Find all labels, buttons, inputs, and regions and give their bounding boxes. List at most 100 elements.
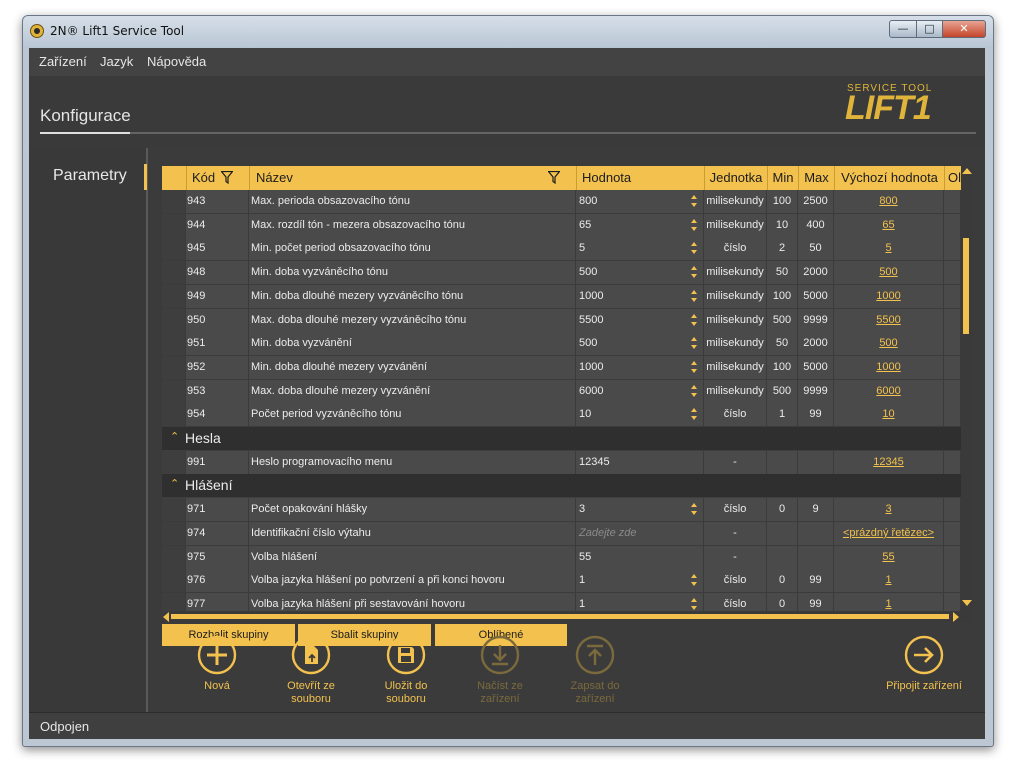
stepper-icon[interactable] (691, 502, 697, 516)
default-value-link[interactable]: 1 (885, 598, 891, 610)
cell-hodnota[interactable]: 65 (576, 213, 704, 237)
cell-vychozi[interactable]: 1 (834, 569, 944, 593)
scroll-right-arrow-icon[interactable] (953, 612, 959, 622)
vertical-scrollbar[interactable] (961, 166, 973, 622)
stepper-icon[interactable] (691, 194, 697, 208)
cell-hodnota[interactable]: Zadejte zde (576, 521, 704, 545)
menu-item-jazyk[interactable]: Jazyk (100, 54, 133, 69)
load-from-device-button[interactable]: Načíst ze zařízení (455, 635, 545, 711)
cell-vychozi[interactable]: 500 (834, 261, 944, 285)
table-row[interactable]: 951 Min. doba vyzvánění 500 milisekundy 50 20… (162, 332, 961, 357)
column-header-jednotka[interactable]: Jednotka (704, 166, 767, 190)
table-row[interactable]: 945 Min. počet period obsazovacího tónu 5 č… (162, 237, 961, 262)
default-value-link[interactable]: 3 (885, 503, 891, 515)
default-value-link[interactable]: 5 (885, 242, 891, 254)
table-row[interactable]: 976 Volba jazyka hlášení po potvrzení a p… (162, 569, 961, 594)
table-row[interactable]: 950 Max. doba dlouhé mezery vyzváněcího t… (162, 308, 961, 333)
cell-hodnota[interactable]: 12345 (576, 450, 704, 474)
default-value-link[interactable]: 1 (885, 574, 891, 586)
filter-icon[interactable] (221, 171, 233, 184)
cell-vychozi[interactable]: 5500 (834, 308, 944, 332)
horizontal-scrollbar[interactable] (162, 611, 961, 622)
write-to-device-button[interactable]: Zapsat do zařízení (550, 635, 640, 711)
cell-vychozi[interactable]: 55 (834, 545, 944, 569)
cell-vychozi[interactable]: 6000 (834, 379, 944, 403)
default-value-link[interactable]: 800 (879, 195, 897, 207)
stepper-icon[interactable] (691, 241, 697, 255)
default-value-link[interactable]: 6000 (876, 385, 900, 397)
menu-item-napoveda[interactable]: Nápověda (147, 54, 206, 69)
table-row[interactable]: 971 Počet opakování hlášky 3 číslo 0 9 3 (162, 498, 961, 523)
table-row[interactable]: 952 Min. doba dlouhé mezery vyzvánění 1000… (162, 355, 961, 380)
table-row[interactable]: 948 Min. doba vyzváněcího tónu 500 miliseku… (162, 261, 961, 286)
maximize-button[interactable]: □ (916, 20, 943, 38)
default-value-link[interactable]: 65 (882, 219, 894, 231)
column-header-ol[interactable]: Ol (944, 166, 961, 190)
cell-hodnota[interactable]: 10 (576, 403, 704, 427)
column-header-kod[interactable]: Kód (186, 166, 249, 190)
stepper-icon[interactable] (691, 407, 697, 421)
default-value-link[interactable]: 1000 (876, 361, 900, 373)
cell-vychozi[interactable]: 1000 (834, 284, 944, 308)
stepper-icon[interactable] (691, 218, 697, 232)
cell-vychozi[interactable]: 12345 (834, 450, 944, 474)
default-value-link[interactable]: <prázdný řetězec> (843, 527, 934, 539)
title-bar[interactable]: 2N® Lift1 Service Tool — □ ✕ (23, 16, 993, 48)
stepper-icon[interactable] (691, 360, 697, 374)
column-header-vychozi-hodnota[interactable]: Výchozí hodnota (834, 166, 944, 190)
stepper-icon[interactable] (691, 573, 697, 587)
collapse-caret-icon[interactable]: ⌃ (170, 477, 179, 490)
group-header[interactable]: ⌃ Hesla (162, 427, 961, 450)
minimize-button[interactable]: — (889, 20, 917, 38)
group-header[interactable]: ⌃ Hlášení (162, 474, 961, 498)
stepper-icon[interactable] (691, 313, 697, 327)
table-row[interactable]: 954 Počet period vyzváněcího tónu 10 číslo 1… (162, 403, 961, 428)
default-value-link[interactable]: 10 (882, 408, 894, 420)
cell-vychozi[interactable]: 500 (834, 332, 944, 356)
table-row[interactable]: 953 Max. doba dlouhé mezery vyzvánění 6000… (162, 379, 961, 404)
sidebar-item-parametry[interactable]: Parametry (53, 167, 127, 185)
table-row[interactable]: 949 Min. doba dlouhé mezery vyzváněcího t… (162, 284, 961, 309)
stepper-icon[interactable] (691, 336, 697, 350)
menu-item-zarizeni[interactable]: Zařízení (39, 54, 87, 69)
cell-hodnota[interactable]: 500 (576, 332, 704, 356)
cell-hodnota[interactable]: 1 (576, 569, 704, 593)
default-value-link[interactable]: 12345 (873, 456, 904, 468)
collapse-caret-icon[interactable]: ⌃ (170, 430, 179, 443)
scroll-left-arrow-icon[interactable] (163, 612, 169, 622)
stepper-icon[interactable] (691, 265, 697, 279)
default-value-link[interactable]: 55 (882, 551, 894, 563)
table-row[interactable]: 944 Max. rozdíl tón - mezera obsazovacího… (162, 213, 961, 238)
scroll-down-arrow-icon[interactable] (962, 600, 972, 606)
stepper-icon[interactable] (691, 384, 697, 398)
cell-hodnota[interactable]: 55 (576, 545, 704, 569)
cell-vychozi[interactable]: 5 (834, 237, 944, 261)
cell-hodnota[interactable]: 500 (576, 261, 704, 285)
default-value-link[interactable]: 500 (879, 337, 897, 349)
cell-vychozi[interactable]: <prázdný řetězec> (834, 521, 944, 545)
table-row[interactable]: 974 Identifikační číslo výtahu Zadejte zde… (162, 521, 961, 546)
column-header-min[interactable]: Min (767, 166, 798, 190)
table-row[interactable]: 943 Max. perioda obsazovacího tónu 800 mili… (162, 190, 961, 214)
cell-hodnota[interactable]: 5500 (576, 308, 704, 332)
column-header-hodnota[interactable]: Hodnota (576, 166, 704, 190)
column-header-nazev[interactable]: Název (249, 166, 576, 190)
filter-icon[interactable] (548, 171, 560, 184)
table-row[interactable]: 991 Heslo programovacího menu 12345 - 12345 (162, 450, 961, 475)
horizontal-scroll-thumb[interactable] (171, 614, 949, 619)
default-value-link[interactable]: 5500 (876, 314, 900, 326)
default-value-link[interactable]: 1000 (876, 290, 900, 302)
save-to-file-button[interactable]: Uložit do souboru (361, 635, 451, 711)
cell-vychozi[interactable]: 800 (834, 190, 944, 213)
open-from-file-button[interactable]: Otevřít ze souboru (266, 635, 356, 711)
cell-hodnota[interactable]: 3 (576, 498, 704, 522)
cell-hodnota[interactable]: 800 (576, 190, 704, 213)
connect-device-button[interactable]: Připojit zařízení (869, 635, 979, 711)
table-row[interactable]: 975 Volba hlášení 55 - 55 (162, 545, 961, 570)
new-button[interactable]: Nová (172, 635, 262, 711)
cell-vychozi[interactable]: 3 (834, 498, 944, 522)
cell-vychozi[interactable]: 1000 (834, 355, 944, 379)
cell-vychozi[interactable]: 10 (834, 403, 944, 427)
column-header-max[interactable]: Max (798, 166, 834, 190)
stepper-icon[interactable] (691, 597, 697, 611)
